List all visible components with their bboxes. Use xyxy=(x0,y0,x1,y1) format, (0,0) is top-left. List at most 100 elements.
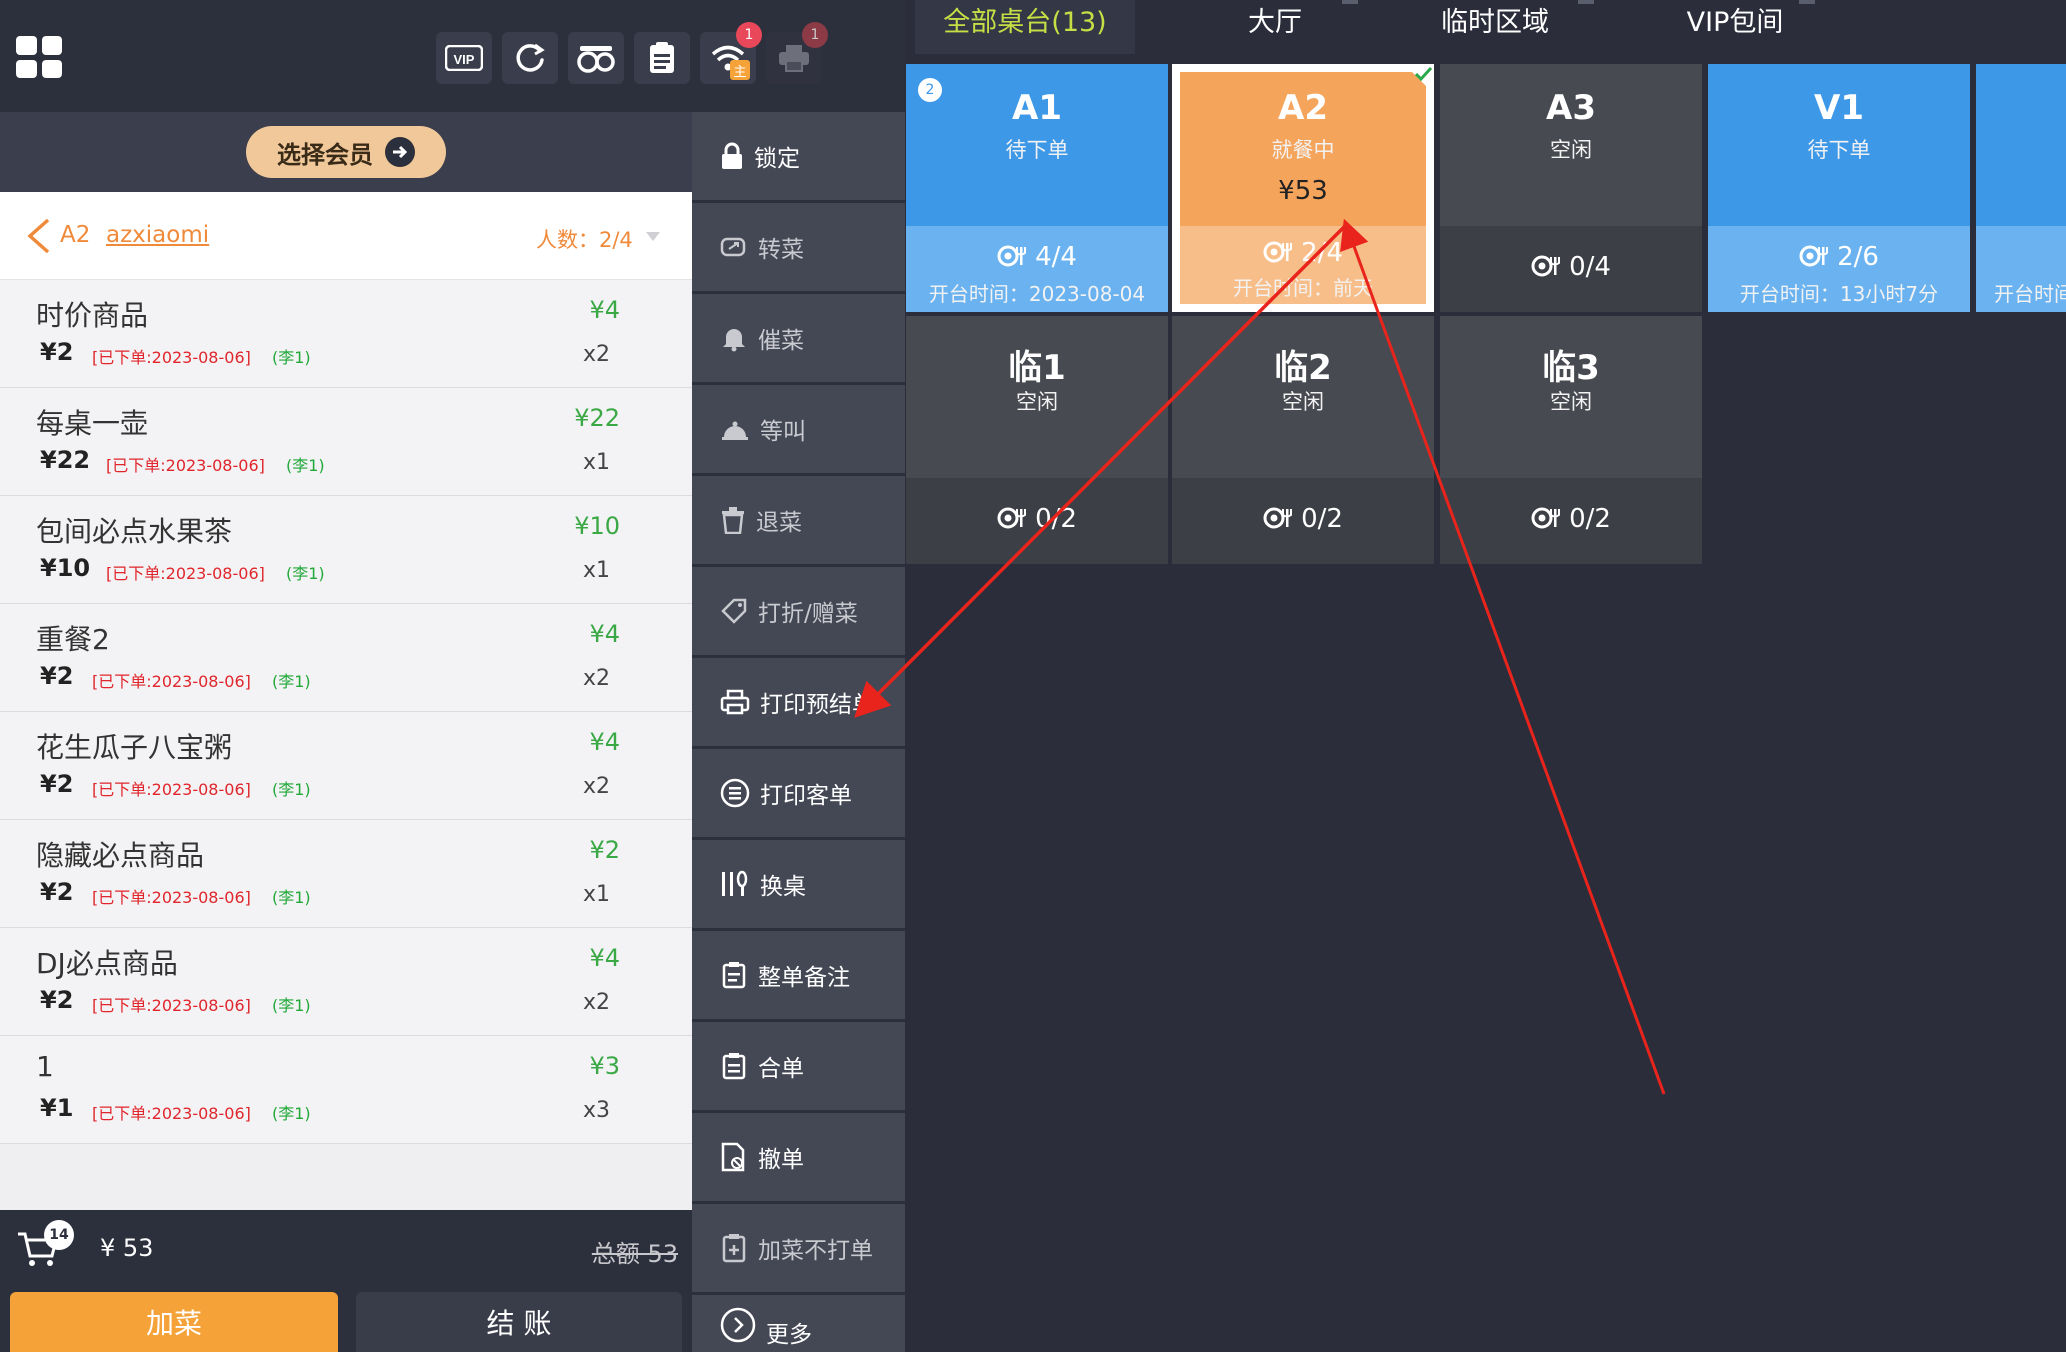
bell-icon xyxy=(723,329,745,352)
cart-bar: 14 ¥ 53 总额 53 xyxy=(0,1210,692,1288)
seat-icon xyxy=(997,245,1027,267)
printer-badge: 1 xyxy=(802,22,828,48)
table-card-temp2[interactable]: 临2 空闲 0/2 xyxy=(1172,316,1434,564)
table-footer: 0/2 xyxy=(1440,478,1702,564)
tab-all-tables[interactable]: 全部桌台(13) xyxy=(915,0,1135,54)
seat-icon xyxy=(1531,507,1561,529)
apps-grid-icon[interactable] xyxy=(16,36,62,78)
tab-hall[interactable]: 大厅 xyxy=(1195,0,1355,54)
action-print-prebill[interactable]: 打印预结单 xyxy=(692,658,905,746)
select-member-button[interactable]: 选择会员 xyxy=(246,126,446,178)
item-total: ¥22 xyxy=(574,404,620,432)
open-time: 开台时间：2023-08-04 xyxy=(928,282,1146,306)
item-total: ¥2 xyxy=(589,836,620,864)
printer-icon xyxy=(720,689,750,715)
open-time: 开台时间 xyxy=(1994,282,2066,306)
top-toolbar: VIP 1 主 1 xyxy=(0,0,905,112)
people-count[interactable]: 人数：2/4 xyxy=(536,224,633,254)
tab-temporary-area[interactable]: 临时区域 xyxy=(1405,0,1585,54)
seat-icon xyxy=(1263,507,1293,529)
table-footer: 4/4 开台时间：2023-08-04 xyxy=(906,226,1168,312)
action-label: 撤单 xyxy=(758,1147,804,1173)
action-order-note[interactable]: 整单备注 xyxy=(692,931,905,1019)
master-device-label: 主 xyxy=(730,60,750,80)
action-rush-dish[interactable]: 催菜 xyxy=(692,294,905,382)
list-circle-icon xyxy=(720,778,750,808)
item-total: ¥4 xyxy=(589,728,620,756)
tab-vip-rooms[interactable]: VIP包间 xyxy=(1645,0,1825,54)
seat-count: 2/4 xyxy=(1180,238,1426,268)
action-return-dish[interactable]: 退菜 xyxy=(692,476,905,564)
table-card-temp3[interactable]: 临3 空闲 0/2 xyxy=(1440,316,1702,564)
cooking-pot-icon xyxy=(577,46,615,73)
cancel-doc-icon xyxy=(721,1142,745,1172)
select-member-label: 选择会员 xyxy=(277,140,373,169)
order-user-link[interactable]: azxiaomi xyxy=(106,222,209,248)
caret-down-icon[interactable] xyxy=(646,232,660,241)
action-discount-gift[interactable]: 打折/赠菜 xyxy=(692,567,905,655)
arrow-right-icon xyxy=(385,137,415,167)
action-change-table[interactable]: 换桌 xyxy=(692,840,905,928)
table-card-a3[interactable]: A3 空闲 0/4 xyxy=(1440,64,1702,312)
item-user: (李1) xyxy=(272,888,311,907)
action-merge-order[interactable]: 合单 xyxy=(692,1022,905,1110)
order-item[interactable]: 隐藏必点商品 ¥2 [已下单:2023-08-06] (李1) ¥2 x1 xyxy=(0,820,692,928)
add-dish-button[interactable]: 加菜 xyxy=(10,1292,338,1352)
item-status: [已下单:2023-08-06] xyxy=(92,672,251,691)
order-item[interactable]: 1 ¥1 [已下单:2023-08-06] (李1) ¥3 x3 xyxy=(0,1036,692,1144)
action-lock[interactable]: 锁定 xyxy=(692,112,905,200)
kitchen-button[interactable] xyxy=(568,32,624,84)
action-cancel-order[interactable]: 撤单 xyxy=(692,1113,905,1201)
utensils-icon xyxy=(722,870,748,896)
network-button[interactable]: 1 主 xyxy=(700,22,762,84)
seat-count: 0/4 xyxy=(1440,252,1702,282)
item-status: [已下单:2023-08-06] xyxy=(92,780,251,799)
seat-count: 0/2 xyxy=(1172,504,1434,534)
item-name: 重餐2 xyxy=(36,623,110,656)
clipboard-list-icon xyxy=(650,42,674,73)
tag-icon xyxy=(721,598,747,624)
cart-amount: ¥ 53 xyxy=(100,1234,154,1262)
seat-count: 2/6 xyxy=(1708,242,1970,272)
item-user: (李1) xyxy=(272,996,311,1015)
item-unit-price: ¥2 xyxy=(40,662,74,690)
refresh-button[interactable] xyxy=(502,32,558,84)
item-quantity: x2 xyxy=(583,774,611,799)
order-item[interactable]: 包间必点水果茶 ¥10 [已下单:2023-08-06] (李1) ¥10 x1 xyxy=(0,496,692,604)
action-more[interactable]: 更多 xyxy=(692,1295,905,1352)
lock-icon xyxy=(722,142,742,169)
orders-list-button[interactable] xyxy=(634,32,690,84)
action-hold-dish[interactable]: 等叫 xyxy=(692,385,905,473)
item-user: (李1) xyxy=(286,564,325,583)
item-unit-price: ¥10 xyxy=(40,554,91,582)
order-table-code: A2 xyxy=(60,222,91,248)
open-time: 开台时间：前天 xyxy=(1233,276,1373,300)
order-item[interactable]: DJ必点商品 ¥2 [已下单:2023-08-06] (李1) ¥4 x2 xyxy=(0,928,692,1036)
table-card-temp1[interactable]: 临1 空闲 0/2 xyxy=(906,316,1168,564)
vip-button[interactable]: VIP xyxy=(436,32,492,84)
chevron-left-icon[interactable] xyxy=(24,218,54,254)
table-code: 临2 xyxy=(1274,348,1332,388)
item-name: 包间必点水果茶 xyxy=(36,515,233,548)
order-item[interactable]: 花生瓜子八宝粥 ¥2 [已下单:2023-08-06] (李1) ¥4 x2 xyxy=(0,712,692,820)
checkout-button[interactable]: 结 账 xyxy=(356,1292,682,1352)
selected-check-icon xyxy=(1404,64,1434,94)
seat-count: 4/4 xyxy=(906,242,1168,272)
tab-label: 临时区域 xyxy=(1441,7,1549,38)
order-item[interactable]: 时价商品 ¥2 [已下单:2023-08-06] (李1) ¥4 x2 xyxy=(0,280,692,388)
order-item[interactable]: 每桌一壶 ¥22 [已下单:2023-08-06] (李1) ¥22 x1 xyxy=(0,388,692,496)
item-quantity: x2 xyxy=(583,666,611,691)
order-item[interactable]: 重餐2 ¥2 [已下单:2023-08-06] (李1) ¥4 x2 xyxy=(0,604,692,712)
table-card-v1[interactable]: V1 待下单 2/6 开台时间：13小时7分 xyxy=(1708,64,1970,312)
table-card-partial[interactable]: 开台时间 xyxy=(1976,64,2066,312)
action-transfer-dish[interactable]: 转菜 xyxy=(692,203,905,291)
action-label: 打印预结单 xyxy=(760,692,875,718)
printer-button[interactable]: 1 xyxy=(766,22,828,84)
table-card-a1[interactable]: 2 A1 待下单 4/4 开台时间：2023-08-04 xyxy=(906,64,1168,312)
table-state: 空闲 xyxy=(1016,390,1058,414)
transfer-dish-icon xyxy=(720,237,746,257)
action-add-no-print[interactable]: 加菜不打单 xyxy=(692,1204,905,1292)
item-user: (李1) xyxy=(272,1104,311,1123)
table-card-a2[interactable]: A2 就餐中 ¥53 2/4 开台时间：前天 xyxy=(1172,64,1434,312)
action-print-guest-bill[interactable]: 打印客单 xyxy=(692,749,905,837)
